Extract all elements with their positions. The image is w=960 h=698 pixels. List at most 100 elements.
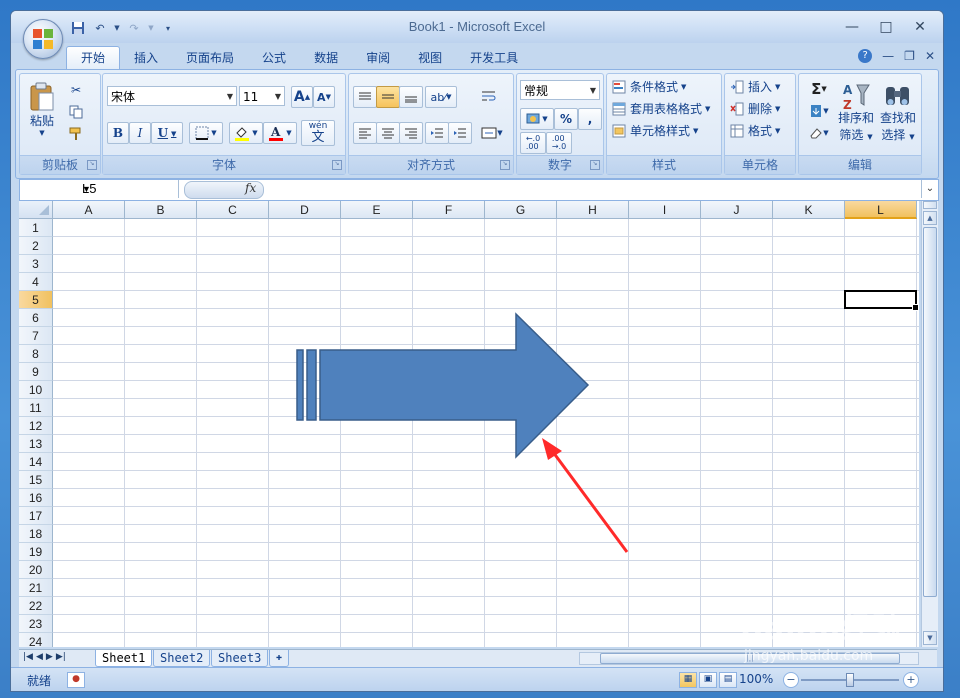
column-header-k[interactable]: K — [773, 201, 845, 219]
wrap-text-icon[interactable] — [477, 86, 501, 108]
tab-review[interactable]: 审阅 — [352, 47, 404, 69]
underline-button[interactable]: U ▼ — [151, 122, 183, 144]
column-header-f[interactable]: F — [413, 201, 485, 219]
number-format-select[interactable]: 常规 ▼ — [520, 80, 600, 100]
select-all-button[interactable] — [19, 201, 53, 219]
tab-formulas[interactable]: 公式 — [248, 47, 300, 69]
format-cells-button[interactable]: 格式 ▼ — [729, 122, 780, 139]
formula-input[interactable] — [264, 180, 920, 198]
clear-button[interactable]: ▼ — [803, 122, 835, 144]
next-sheet-icon[interactable]: ▶ — [46, 652, 53, 662]
first-sheet-icon[interactable]: |◀ — [23, 652, 33, 662]
row-header-24[interactable]: 24 — [19, 633, 53, 647]
expand-formula-bar-icon[interactable]: ⌄ — [921, 180, 938, 198]
decrease-decimal-icon[interactable]: .00 →.0 — [546, 132, 572, 154]
paste-button[interactable]: 粘贴 ▼ — [24, 76, 60, 142]
workbook-restore-button[interactable]: ❐ — [904, 49, 915, 63]
conditional-formatting-button[interactable]: 条件格式 ▼ — [611, 78, 686, 95]
row-header-21[interactable]: 21 — [19, 579, 53, 597]
row-header-14[interactable]: 14 — [19, 453, 53, 471]
insert-cells-button[interactable]: 插入 ▼ — [729, 78, 780, 95]
sheet-tab-sheet2[interactable]: Sheet2 — [153, 650, 211, 667]
column-header-e[interactable]: E — [341, 201, 413, 219]
row-header-20[interactable]: 20 — [19, 561, 53, 579]
zoom-slider-knob[interactable] — [846, 673, 854, 687]
insert-sheet-icon[interactable]: ✚ — [269, 650, 290, 667]
row-header-22[interactable]: 22 — [19, 597, 53, 615]
close-button[interactable]: ✕ — [903, 17, 937, 37]
autosum-button[interactable]: Σ ▼ — [803, 78, 835, 100]
number-launcher-icon[interactable]: ↘ — [590, 160, 600, 170]
column-header-i[interactable]: I — [629, 201, 701, 219]
column-header-b[interactable]: B — [125, 201, 197, 219]
workbook-close-button[interactable]: ✕ — [925, 49, 935, 63]
prev-sheet-icon[interactable]: ◀ — [36, 652, 43, 662]
zoom-in-icon[interactable]: + — [903, 672, 919, 688]
row-header-23[interactable]: 23 — [19, 615, 53, 633]
italic-button[interactable]: I — [129, 122, 151, 144]
percent-style-button[interactable]: % — [554, 108, 578, 130]
page-break-view-icon[interactable]: ▤ — [719, 672, 737, 688]
alignment-launcher-icon[interactable]: ↘ — [500, 160, 510, 170]
bold-button[interactable]: B — [107, 122, 129, 144]
help-icon[interactable]: ? — [858, 49, 873, 63]
align-left-icon[interactable] — [353, 122, 377, 144]
normal-view-icon[interactable]: ▦ — [679, 672, 697, 688]
merge-center-icon[interactable]: ▼ — [477, 122, 507, 144]
tab-page-layout[interactable]: 页面布局 — [172, 47, 248, 69]
active-cell[interactable] — [844, 290, 919, 311]
row-header-13[interactable]: 13 — [19, 435, 53, 453]
name-box[interactable]: L5 ▼ — [20, 180, 179, 198]
row-header-3[interactable]: 3 — [19, 255, 53, 273]
vertical-scrollbar[interactable]: ▲ ▼ — [921, 201, 938, 647]
tab-home[interactable]: 开始 — [66, 46, 121, 69]
font-launcher-icon[interactable]: ↘ — [332, 160, 342, 170]
find-select-button[interactable]: 查找和 选择 ▼ — [877, 76, 919, 148]
sheet-tab-sheet1[interactable]: Sheet1 — [95, 650, 153, 667]
align-right-icon[interactable] — [399, 122, 423, 144]
row-header-16[interactable]: 16 — [19, 489, 53, 507]
scroll-up-icon[interactable]: ▲ — [923, 211, 937, 225]
column-header-c[interactable]: C — [197, 201, 269, 219]
align-bottom-icon[interactable] — [399, 86, 423, 108]
zoom-out-icon[interactable]: − — [783, 672, 799, 688]
column-header-d[interactable]: D — [269, 201, 341, 219]
align-center-icon[interactable] — [376, 122, 400, 144]
font-color-button[interactable]: A ▼ — [263, 122, 297, 144]
row-header-11[interactable]: 11 — [19, 399, 53, 417]
last-sheet-icon[interactable]: ▶| — [56, 652, 66, 662]
row-header-9[interactable]: 9 — [19, 363, 53, 381]
row-header-10[interactable]: 10 — [19, 381, 53, 399]
borders-button[interactable]: ▼ — [189, 122, 223, 144]
sort-filter-button[interactable]: A Z 排序和 筛选 ▼ — [835, 76, 877, 148]
workbook-minimize-button[interactable]: — — [882, 49, 894, 63]
align-middle-icon[interactable] — [376, 86, 400, 108]
column-header-h[interactable]: H — [557, 201, 629, 219]
row-header-5[interactable]: 5 — [19, 291, 53, 309]
row-header-17[interactable]: 17 — [19, 507, 53, 525]
page-layout-view-icon[interactable]: ▣ — [699, 672, 717, 688]
orientation-icon[interactable]: ab⁄ ▼ — [425, 86, 457, 108]
increase-decimal-icon[interactable]: ←.0.00 — [520, 132, 546, 154]
vertical-scroll-thumb[interactable] — [923, 227, 937, 597]
zoom-level[interactable]: 100% — [739, 672, 773, 686]
tab-data[interactable]: 数据 — [300, 47, 352, 69]
row-header-8[interactable]: 8 — [19, 345, 53, 363]
grow-font-button[interactable]: A ▲ — [291, 86, 313, 108]
row-header-18[interactable]: 18 — [19, 525, 53, 543]
font-name-select[interactable]: 宋体 ▼ — [107, 86, 237, 106]
tab-insert[interactable]: 插入 — [120, 47, 172, 69]
cut-icon[interactable]: ✂ — [66, 80, 86, 100]
column-header-j[interactable]: J — [701, 201, 773, 219]
copy-icon[interactable] — [66, 102, 86, 122]
row-header-1[interactable]: 1 — [19, 219, 53, 237]
maximize-button[interactable]: □ — [869, 17, 903, 37]
font-size-select[interactable]: 11 ▼ — [239, 86, 285, 106]
row-header-2[interactable]: 2 — [19, 237, 53, 255]
shrink-font-button[interactable]: A ▼ — [313, 86, 335, 108]
scroll-down-icon[interactable]: ▼ — [923, 631, 937, 645]
split-box[interactable] — [923, 201, 937, 209]
format-as-table-button[interactable]: 套用表格格式 ▼ — [611, 100, 710, 117]
column-header-a[interactable]: A — [53, 201, 125, 219]
column-header-g[interactable]: G — [485, 201, 557, 219]
